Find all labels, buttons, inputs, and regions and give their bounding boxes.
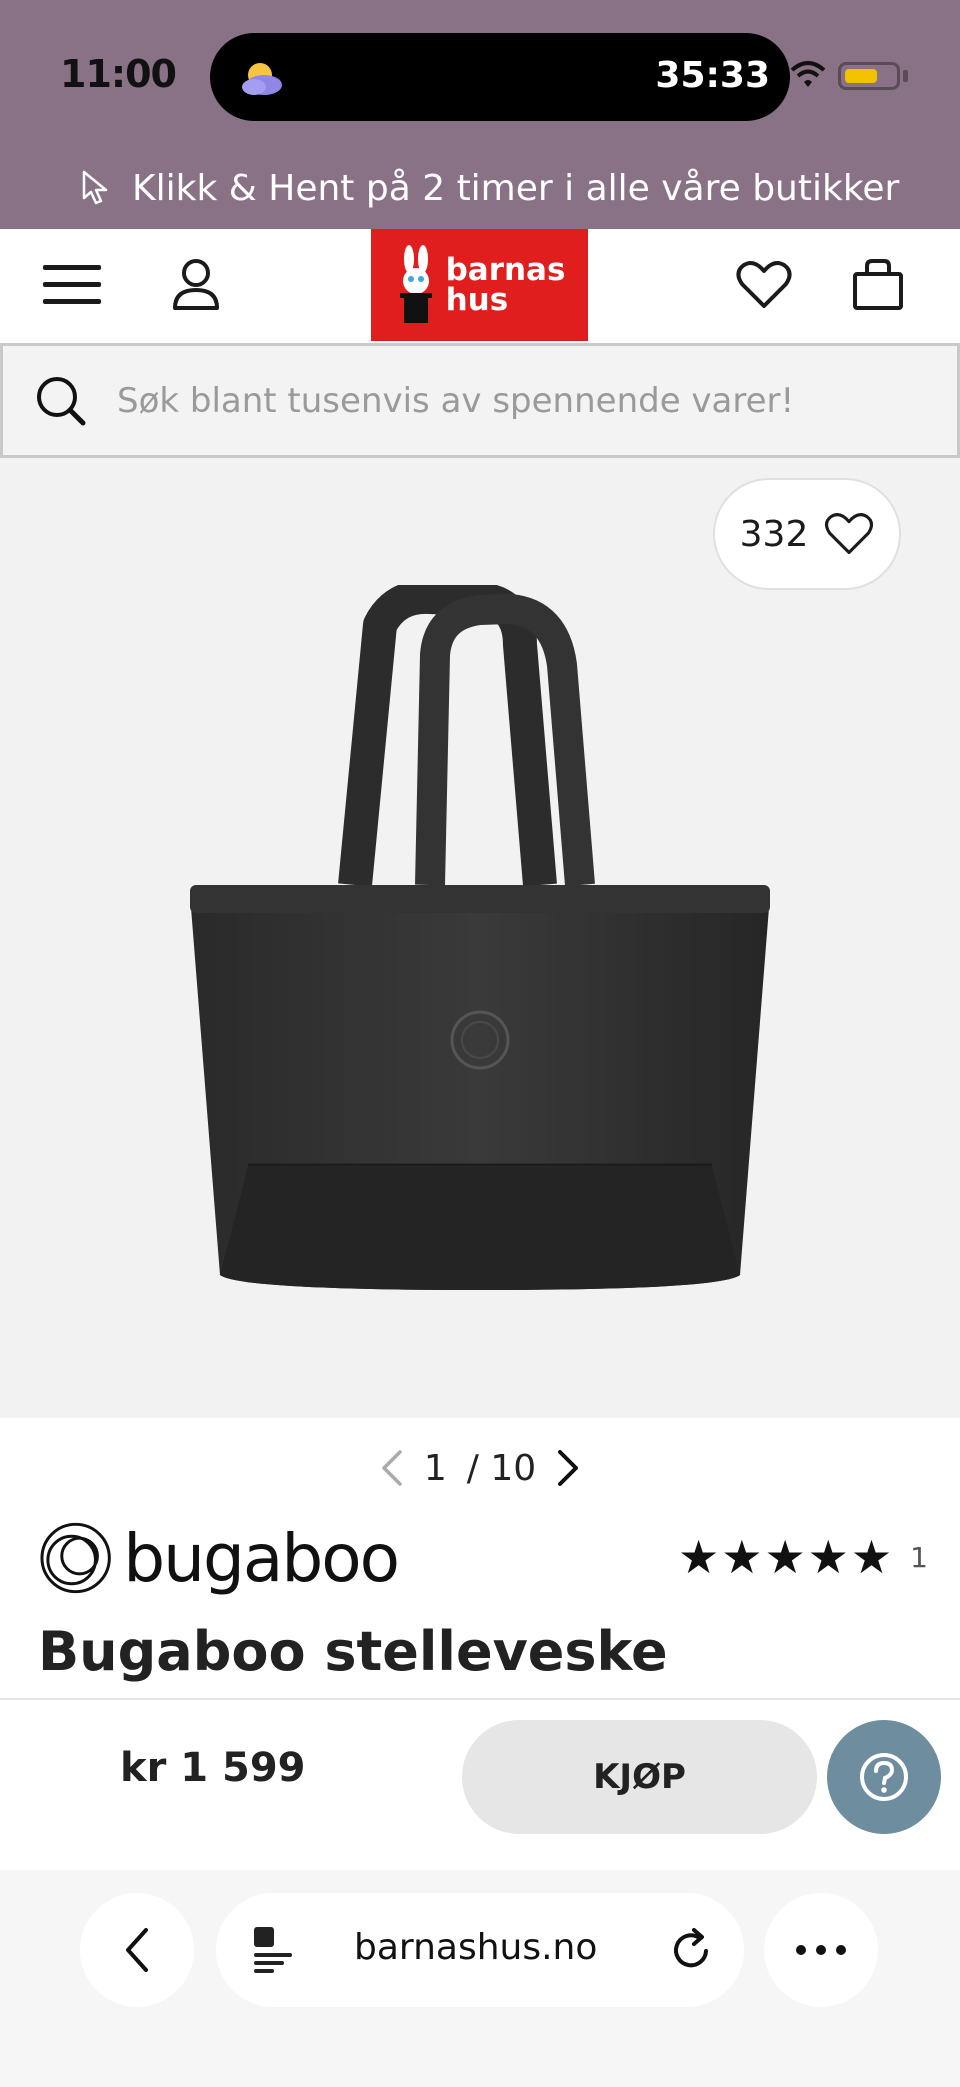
- site-header: barnas hus: [0, 229, 960, 341]
- user-icon: [173, 259, 219, 310]
- search-icon: [37, 376, 86, 425]
- product-title: Bugaboo stelleveske: [38, 1620, 668, 1683]
- island-timer: 35:33: [655, 55, 770, 96]
- buy-button[interactable]: KJØP: [462, 1720, 817, 1834]
- cursor-icon: [82, 170, 108, 205]
- rabbit-hat-icon: [399, 245, 432, 323]
- chevron-left-icon: [126, 1928, 148, 1972]
- pager-current: 1: [423, 1447, 447, 1489]
- promo-text: Klikk & Hent på 2 timer i alle våre buti…: [132, 167, 900, 209]
- status-time: 11:00: [60, 52, 177, 96]
- more-button[interactable]: [764, 1893, 878, 2007]
- url-text: barnashus.no: [354, 1927, 598, 1968]
- wishlist-button[interactable]: [732, 253, 796, 317]
- cart-button[interactable]: [846, 253, 910, 317]
- shopping-bag-icon: [853, 259, 903, 310]
- menu-button[interactable]: [40, 253, 104, 317]
- battery-cap: [903, 70, 908, 82]
- barnashus-logo[interactable]: barnas hus: [371, 229, 588, 341]
- star-rating: ★★★★★: [677, 1530, 895, 1584]
- product-price: kr 1 599: [120, 1745, 306, 1791]
- help-button[interactable]: [827, 1720, 941, 1834]
- product-image: [190, 585, 770, 1290]
- rating-count: 1: [910, 1540, 928, 1574]
- account-button[interactable]: [164, 253, 228, 317]
- product-rating[interactable]: ★★★★★ 1: [678, 1530, 928, 1584]
- address-bar[interactable]: barnashus.no: [216, 1893, 744, 2007]
- favorite-count: 332: [739, 513, 809, 555]
- logo-text: barnas hus: [445, 252, 566, 318]
- chevron-left-icon[interactable]: [380, 1448, 404, 1488]
- more-dots-icon: [796, 1945, 846, 1955]
- divider: [0, 1698, 960, 1700]
- heart-icon: [736, 261, 792, 308]
- favorite-count-button[interactable]: 332: [713, 478, 901, 590]
- search-input[interactable]: [117, 380, 917, 421]
- promo-banner[interactable]: Klikk & Hent på 2 timer i alle våre buti…: [80, 163, 899, 213]
- weather-night-icon: [242, 63, 282, 95]
- battery-icon: [838, 62, 900, 90]
- reader-icon: [254, 1927, 292, 1973]
- pager-total: / 10: [466, 1447, 537, 1489]
- search-bar[interactable]: [0, 343, 960, 458]
- dynamic-island: 35:33: [210, 33, 790, 121]
- chevron-right-icon[interactable]: [556, 1448, 580, 1488]
- help-icon: [860, 1753, 908, 1801]
- bugaboo-rings-icon: [40, 1522, 111, 1594]
- reload-icon[interactable]: [670, 1927, 714, 1973]
- heart-icon: [825, 513, 874, 555]
- gallery-pager: 1 / 10: [0, 1440, 960, 1496]
- hamburger-icon: [43, 265, 101, 304]
- brand-logo[interactable]: bugaboo: [38, 1518, 400, 1598]
- wifi-icon: [790, 61, 826, 87]
- brand-rating-row: bugaboo ★★★★★ 1: [38, 1518, 928, 1598]
- back-button[interactable]: [80, 1893, 194, 2007]
- brand-name: bugaboo: [123, 1519, 400, 1597]
